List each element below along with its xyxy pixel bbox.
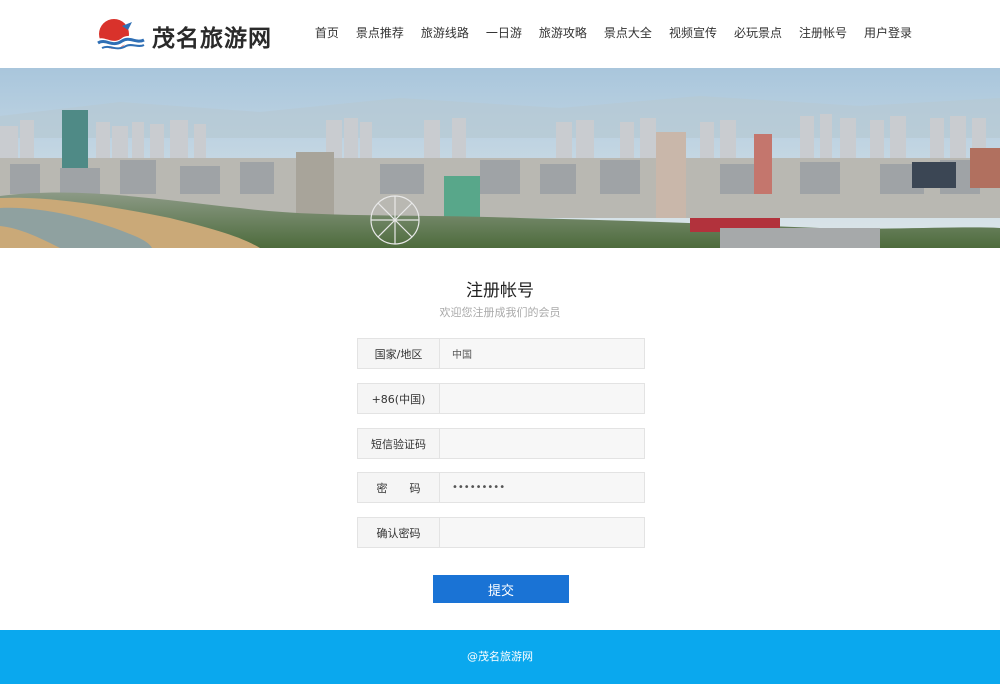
- logo-icon: [96, 19, 146, 50]
- main-nav: 首页 景点推荐 旅游线路 一日游 旅游攻略 景点大全 视频宣传 必玩景点 注册帐…: [298, 24, 912, 42]
- footer-copyright: @茂名旅游网: [467, 650, 533, 663]
- nav-item-recommended[interactable]: 景点推荐: [356, 24, 404, 42]
- phone-input[interactable]: [440, 384, 644, 413]
- nav-item-attractions[interactable]: 景点大全: [604, 24, 652, 42]
- sms-code-label: 短信验证码: [358, 429, 440, 458]
- site-footer: @茂名旅游网: [0, 630, 1000, 684]
- site-logo[interactable]: 茂名旅游网: [92, 16, 272, 56]
- phone-prefix-label[interactable]: +86(中国): [358, 384, 440, 413]
- confirm-password-input[interactable]: [440, 518, 644, 547]
- nav-item-login[interactable]: 用户登录: [864, 24, 912, 42]
- logo-text: 茂名旅游网: [152, 26, 272, 52]
- submit-button[interactable]: 提交: [433, 575, 569, 603]
- password-input[interactable]: [440, 473, 644, 502]
- password-label: 密 码: [358, 473, 440, 502]
- nav-item-videos[interactable]: 视频宣传: [669, 24, 717, 42]
- sms-code-input[interactable]: [440, 429, 644, 458]
- confirm-password-label: 确认密码: [358, 518, 440, 547]
- confirm-password-field: 确认密码: [357, 517, 645, 548]
- phone-field: +86(中国): [357, 383, 645, 414]
- nav-item-routes[interactable]: 旅游线路: [421, 24, 469, 42]
- nav-item-home[interactable]: 首页: [315, 24, 339, 42]
- site-header: 茂名旅游网 首页 景点推荐 旅游线路 一日游 旅游攻略 景点大全 视频宣传 必玩…: [0, 0, 1000, 68]
- country-label: 国家/地区: [358, 339, 440, 368]
- city-skyline-image: [0, 68, 1000, 248]
- sms-code-field: 短信验证码: [357, 428, 645, 459]
- nav-item-day-tour[interactable]: 一日游: [486, 24, 522, 42]
- nav-item-guides[interactable]: 旅游攻略: [539, 24, 587, 42]
- country-input[interactable]: [440, 339, 644, 368]
- nav-item-must-see[interactable]: 必玩景点: [734, 24, 782, 42]
- nav-item-register[interactable]: 注册帐号: [799, 24, 847, 42]
- banner-image: [0, 68, 1000, 248]
- page-title: 注册帐号: [466, 281, 534, 301]
- page-subtitle: 欢迎您注册成我们的会员: [439, 306, 561, 319]
- country-field: 国家/地区: [357, 338, 645, 369]
- password-field: 密 码: [357, 472, 645, 503]
